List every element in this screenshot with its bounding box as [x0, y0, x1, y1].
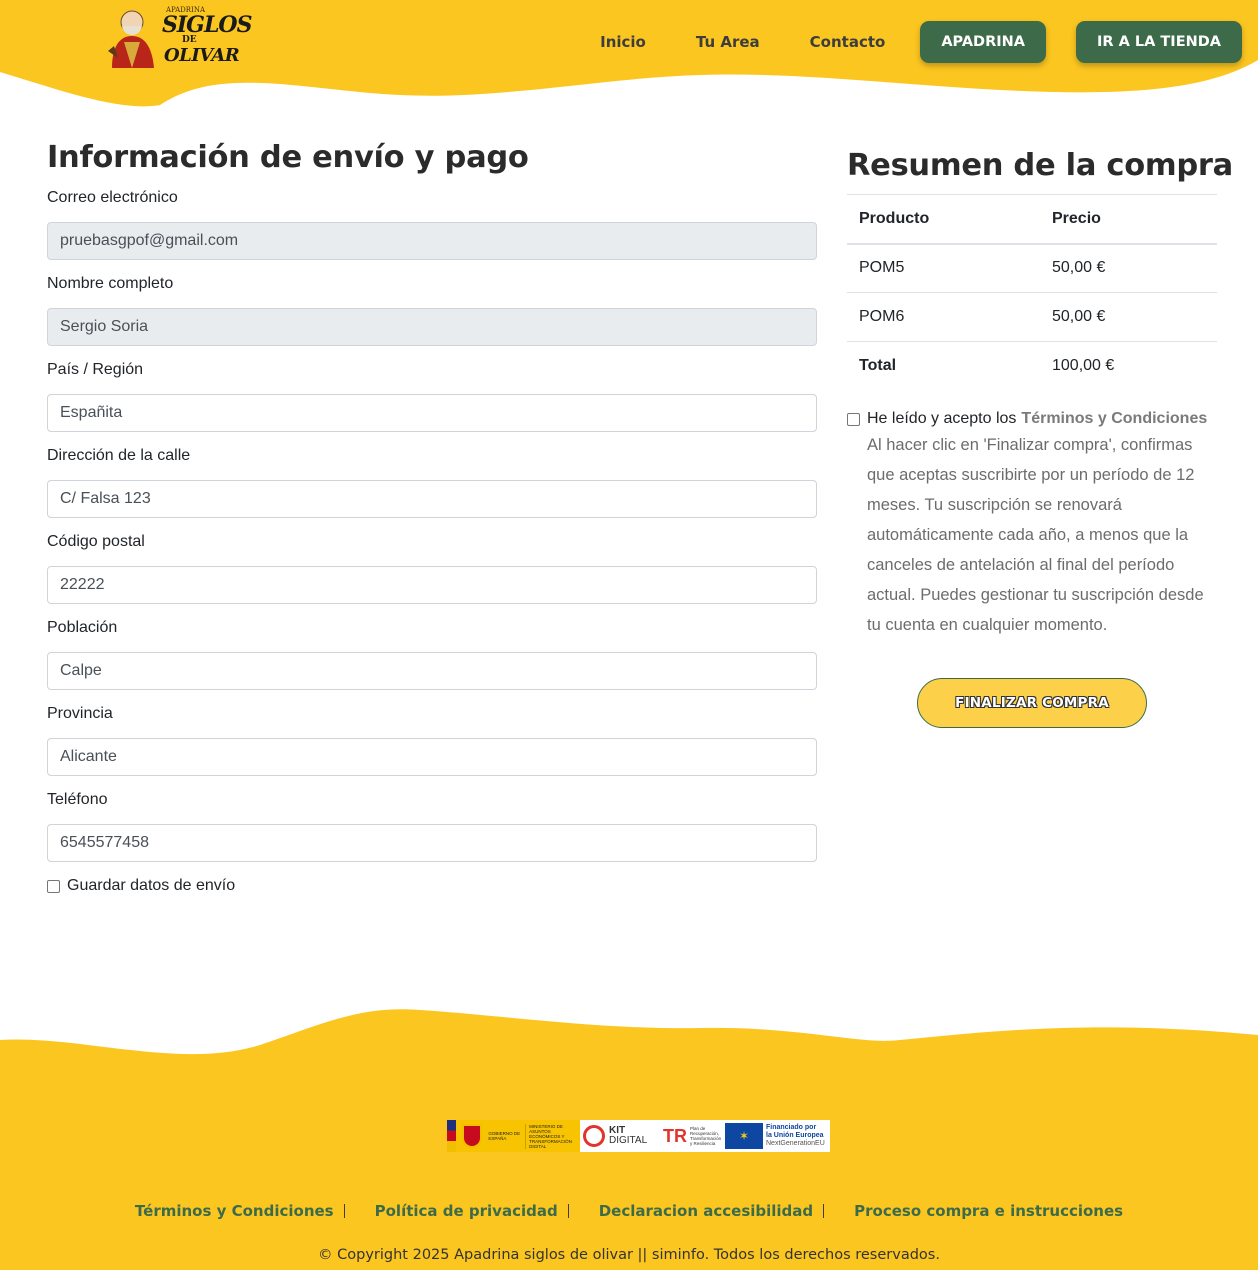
- footer-separator: [343, 1204, 345, 1218]
- terms-prefix: He leído y acepto los: [867, 410, 1017, 427]
- site-header: APADRINA SIGLOS DE OLIVAR Inicio Tu Area…: [0, 0, 1258, 112]
- country-label: País / Región: [47, 361, 144, 378]
- eu-flag-icon: ✶: [725, 1123, 763, 1149]
- email-input[interactable]: pruebasgpof@gmail.com: [47, 222, 817, 260]
- city-label: Población: [47, 619, 118, 636]
- form-title: Información de envío y pago: [47, 140, 529, 175]
- province-field-group: Provincia Alicante: [47, 704, 817, 776]
- footer-link-purchase-process[interactable]: Proceso compra e instrucciones: [854, 1202, 1123, 1220]
- country-input[interactable]: Españita: [47, 394, 817, 432]
- city-field-group: Población Calpe: [47, 618, 817, 690]
- name-field-group: Nombre completo Sergio Soria: [47, 274, 817, 346]
- phone-input[interactable]: 6545577458: [47, 824, 817, 862]
- province-input[interactable]: Alicante: [47, 738, 817, 776]
- postal-input[interactable]: 22222: [47, 566, 817, 604]
- product-cell: POM6: [847, 292, 1040, 342]
- logo-olivar-text: OLIVAR: [164, 45, 240, 66]
- prtr-icon: TR: [663, 1125, 687, 1146]
- city-input[interactable]: Calpe: [47, 652, 817, 690]
- main-nav: Inicio Tu Area Contacto APADRINA IR A LA…: [600, 21, 1242, 63]
- terms-acceptance: He leído y acepto los Términos y Condici…: [847, 408, 1217, 430]
- funding-logos: GOBIERNO DE ESPAÑA MINISTERIO DE ASUNTOS…: [447, 1120, 830, 1152]
- logo-de-text: DE: [182, 35, 197, 45]
- phone-field-group: Teléfono 6545577458: [47, 790, 817, 862]
- site-logo[interactable]: APADRINA SIGLOS DE OLIVAR: [104, 6, 252, 74]
- copyright-text: © Copyright 2025 Apadrina siglos de oliv…: [318, 1247, 940, 1263]
- apadrina-button[interactable]: APADRINA: [920, 21, 1047, 63]
- eu-text-1: Financiado por: [766, 1124, 817, 1131]
- street-input[interactable]: C/ Falsa 123: [47, 480, 817, 518]
- terms-checkbox[interactable]: [847, 412, 860, 426]
- summary-title: Resumen de la compra: [847, 148, 1233, 183]
- spain-shield-icon: [462, 1124, 483, 1148]
- eu-logo: ✶ Financiado por la Unión Europea NextGe…: [723, 1120, 830, 1152]
- email-label: Correo electrónico: [47, 189, 178, 206]
- eu-text-3: NextGenerationEU: [766, 1140, 825, 1147]
- prtr-text: Plan de Recuperación, Transformación y R…: [690, 1126, 722, 1146]
- name-label: Nombre completo: [47, 275, 174, 292]
- kit-text-2: DIGITAL: [609, 1135, 648, 1146]
- total-value: 100,00 €: [1040, 341, 1217, 391]
- save-shipping-label[interactable]: Guardar datos de envío: [67, 877, 235, 895]
- spain-flag-icon: [447, 1120, 457, 1152]
- product-cell: POM5: [847, 243, 1040, 293]
- terms-section: He leído y acepto los Términos y Condici…: [847, 408, 1217, 640]
- finalize-purchase-button[interactable]: FINALIZAR COMPRA: [917, 678, 1147, 728]
- ministry-text: MINISTERIO DE ASUNTOS ECONÓMICOS Y TRANS…: [525, 1123, 580, 1149]
- logo-siglos-text: SIGLOS: [162, 12, 252, 38]
- col-product-header: Producto: [847, 194, 1040, 245]
- shop-button[interactable]: IR A LA TIENDA: [1076, 21, 1242, 63]
- summary-table: Producto Precio POM5 50,00 € POM6 50,00 …: [847, 194, 1217, 391]
- gobierno-logo: GOBIERNO DE ESPAÑA MINISTERIO DE ASUNTOS…: [447, 1120, 580, 1152]
- eu-text-2: la Unión Europea: [766, 1132, 824, 1139]
- footer-separator: [567, 1204, 569, 1218]
- prtr-logo: TR Plan de Recuperación, Transformación …: [660, 1120, 723, 1152]
- footer-separator: [823, 1204, 825, 1218]
- summary-header-row: Producto Precio: [847, 194, 1217, 245]
- price-cell: 50,00 €: [1040, 292, 1217, 342]
- total-label: Total: [847, 341, 1040, 391]
- footer-links: Términos y Condiciones Política de priva…: [0, 1202, 1258, 1220]
- postal-label: Código postal: [47, 533, 145, 550]
- gobierno-text: GOBIERNO DE ESPAÑA: [488, 1131, 521, 1141]
- country-field-group: País / Región Españita: [47, 360, 817, 432]
- total-row: Total 100,00 €: [847, 341, 1217, 391]
- street-field-group: Dirección de la calle C/ Falsa 123: [47, 446, 817, 518]
- nav-contacto[interactable]: Contacto: [810, 33, 886, 51]
- site-footer: GOBIERNO DE ESPAÑA MINISTERIO DE ASUNTOS…: [0, 1000, 1258, 1270]
- save-shipping-option: Guardar datos de envío: [47, 877, 235, 895]
- nav-tu-area[interactable]: Tu Area: [696, 33, 760, 51]
- email-field-group: Correo electrónico pruebasgpof@gmail.com: [47, 188, 817, 260]
- footer-link-accessibility[interactable]: Declaracion accesibilidad: [599, 1202, 813, 1220]
- kit-digital-icon: [583, 1125, 605, 1147]
- price-cell: 50,00 €: [1040, 243, 1217, 293]
- table-row: POM5 50,00 €: [847, 243, 1217, 293]
- terms-link[interactable]: Términos y Condiciones: [1021, 410, 1207, 428]
- col-price-header: Precio: [1040, 194, 1217, 245]
- name-input[interactable]: Sergio Soria: [47, 308, 817, 346]
- street-label: Dirección de la calle: [47, 447, 191, 464]
- save-shipping-checkbox[interactable]: [47, 879, 60, 893]
- footer-link-privacy[interactable]: Política de privacidad: [375, 1202, 558, 1220]
- province-label: Provincia: [47, 705, 113, 722]
- table-row: POM6 50,00 €: [847, 292, 1217, 342]
- subscription-notice: Al hacer clic en 'Finalizar compra', con…: [867, 436, 1204, 634]
- phone-label: Teléfono: [47, 791, 108, 808]
- kit-digital-logo: KIT DIGITAL: [580, 1120, 660, 1152]
- footer-link-terms[interactable]: Términos y Condiciones: [135, 1202, 334, 1220]
- nav-inicio[interactable]: Inicio: [600, 33, 646, 51]
- postal-field-group: Código postal 22222: [47, 532, 817, 604]
